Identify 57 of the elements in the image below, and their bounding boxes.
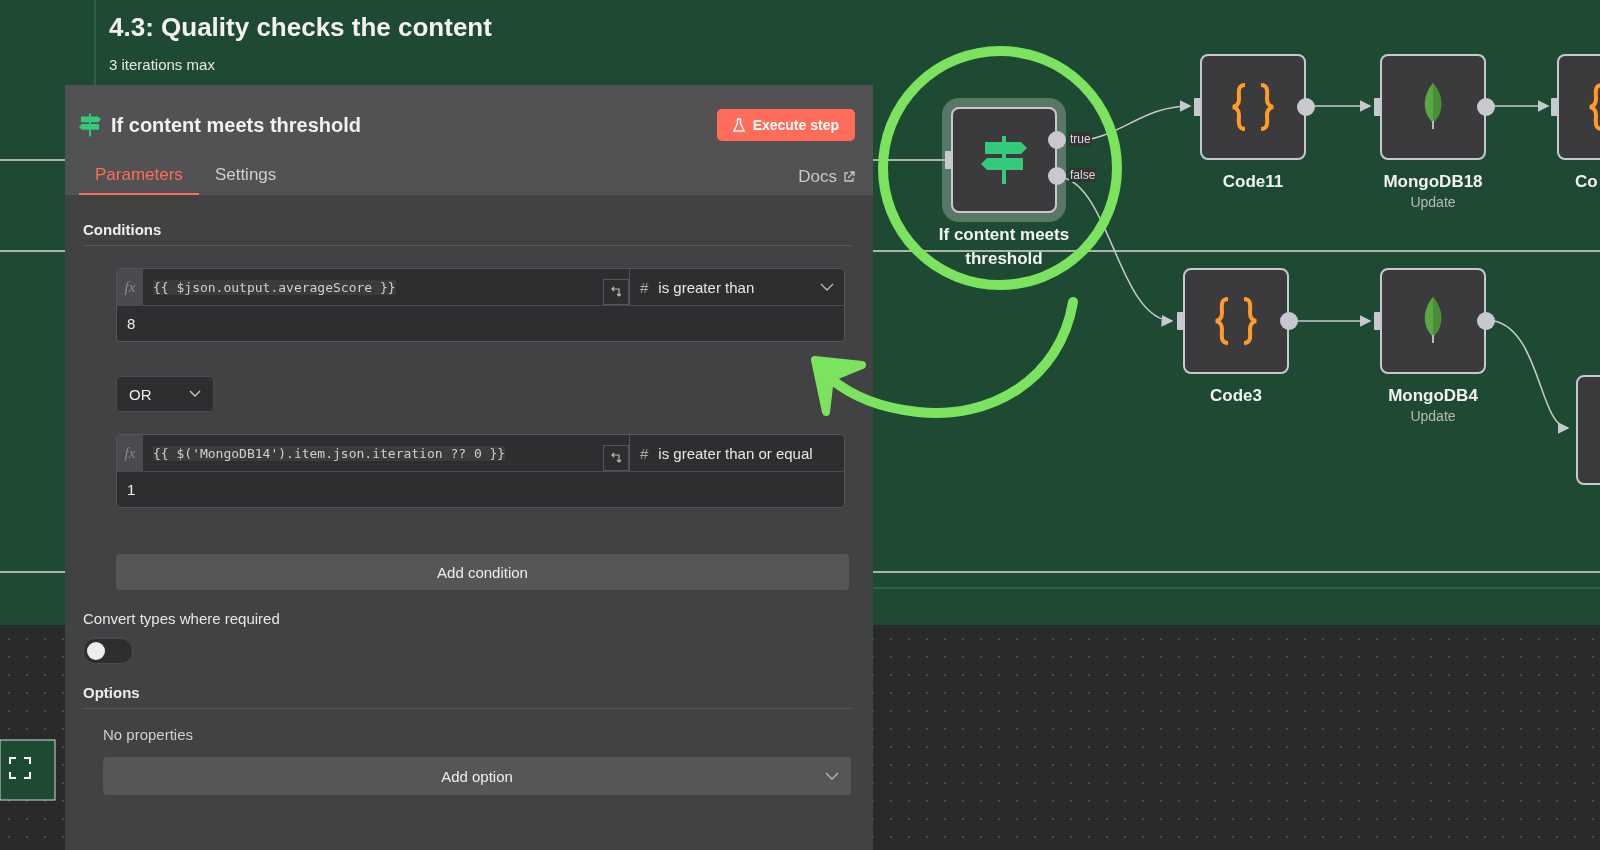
node-title: MongoDB18 bbox=[1382, 171, 1484, 193]
tab[interactable]: Settings bbox=[198, 165, 293, 195]
toggle-switch[interactable] bbox=[83, 638, 133, 664]
workflow-node[interactable] bbox=[951, 107, 1057, 213]
node-subtitle: Update bbox=[1409, 194, 1457, 210]
expression-field[interactable]: {{ $('MongoDB14').item.json.iteration ?? 0 }} bbox=[143, 435, 603, 471]
empty-message: No properties bbox=[103, 726, 195, 743]
swap-icon[interactable] bbox=[603, 279, 629, 305]
output-label: true bbox=[1069, 132, 1092, 146]
workflow-node[interactable] bbox=[1380, 54, 1486, 160]
expression-field[interactable]: {{ $json.output.averageScore }} bbox=[143, 269, 603, 305]
input-port[interactable] bbox=[1374, 312, 1382, 330]
signpost-icon bbox=[981, 136, 1027, 184]
sticky-note-subtitle: 3 iterations max bbox=[109, 56, 215, 73]
node-title: If content meets threshold bbox=[937, 224, 1071, 270]
node-title: Code3 bbox=[1209, 385, 1263, 407]
section-heading: Conditions bbox=[83, 221, 163, 238]
braces-icon bbox=[1214, 297, 1258, 345]
value-field[interactable]: 1 bbox=[117, 472, 844, 507]
value-field[interactable]: 8 bbox=[117, 306, 844, 341]
node-subtitle: Update bbox=[1409, 408, 1457, 424]
docs-link[interactable]: Docs bbox=[798, 167, 855, 195]
workflow-node[interactable] bbox=[1380, 268, 1486, 374]
swap-icon[interactable] bbox=[603, 445, 629, 471]
workflow-node[interactable] bbox=[1183, 268, 1289, 374]
add-option-button[interactable]: Add option bbox=[103, 757, 851, 795]
chevron-down-icon bbox=[820, 283, 834, 291]
input-port[interactable] bbox=[1551, 98, 1559, 116]
node-title: Co bbox=[1575, 171, 1598, 193]
operator-dropdown[interactable]: # is greater than bbox=[629, 269, 844, 305]
expression-mode: fx bbox=[117, 435, 143, 471]
chevron-down-icon bbox=[825, 772, 839, 780]
braces-icon bbox=[1231, 83, 1275, 131]
node-title: MongoDB4 bbox=[1387, 385, 1479, 407]
operator-dropdown[interactable]: # is greater than or equal bbox=[629, 435, 844, 471]
setting-label: Convert types where required bbox=[83, 610, 281, 627]
input-port[interactable] bbox=[945, 151, 953, 169]
input-port[interactable] bbox=[1177, 312, 1185, 330]
add-condition-button[interactable]: Add condition bbox=[116, 554, 849, 590]
sticky-note-title: 4.3: Quality checks the content bbox=[109, 12, 492, 43]
external-link-icon bbox=[843, 171, 855, 183]
workflow-node[interactable] bbox=[1200, 54, 1306, 160]
node-fragment bbox=[0, 739, 56, 801]
signpost-icon bbox=[79, 113, 101, 137]
input-port[interactable] bbox=[1374, 98, 1382, 116]
chevron-down-icon bbox=[189, 390, 201, 398]
input-port[interactable] bbox=[1194, 98, 1202, 116]
focus-icon bbox=[8, 756, 32, 780]
connection-arrow bbox=[1493, 100, 1550, 112]
combinator-dropdown[interactable]: OR bbox=[116, 376, 214, 412]
connection-arrow bbox=[1313, 100, 1372, 112]
panel-title: If content meets threshold bbox=[111, 113, 363, 137]
expression-mode: fx bbox=[117, 269, 143, 305]
section-heading: Options bbox=[83, 684, 141, 701]
output-label: false bbox=[1069, 168, 1097, 182]
node-title: Code11 bbox=[1221, 171, 1285, 193]
flask-icon bbox=[732, 118, 745, 132]
